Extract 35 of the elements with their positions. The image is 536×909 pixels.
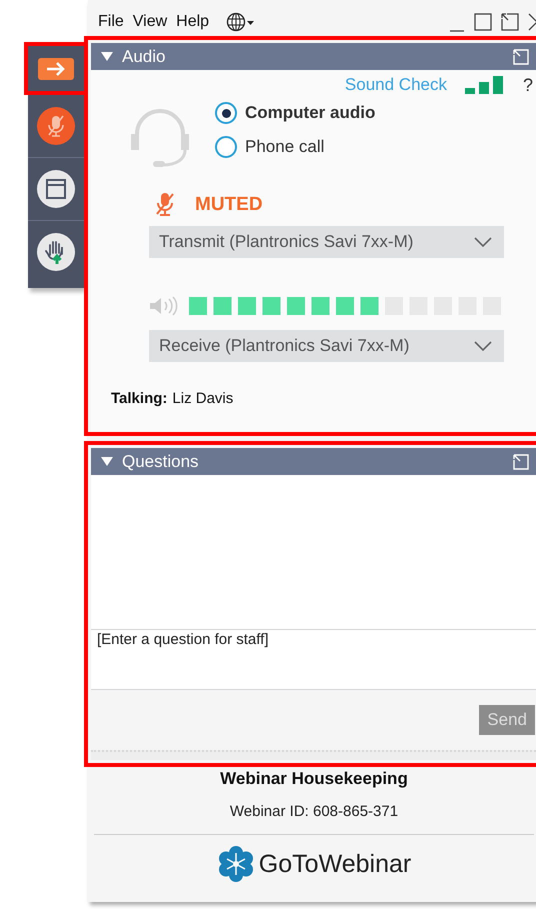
pop-out-icon[interactable]: [501, 12, 519, 32]
muted-mic-icon: [155, 192, 175, 218]
help-link[interactable]: ?: [522, 74, 533, 96]
radio-option[interactable]: Computer audio: [215, 102, 376, 124]
menu-item[interactable]: File: [98, 12, 124, 30]
webinar-title: Webinar Housekeeping: [220, 769, 408, 789]
radio-option[interactable]: Phone call: [215, 136, 376, 158]
webinar-id: Webinar ID: 608-865-371: [230, 803, 398, 820]
talking-label: Talking:: [111, 390, 168, 407]
muted-mic-icon[interactable]: [37, 107, 75, 145]
panel-header[interactable]: Audio: [91, 43, 536, 70]
panel-title: Questions: [122, 452, 199, 472]
mute-status: MUTED: [195, 194, 263, 216]
receive-dropdown[interactable]: Receive (Plantronics Savi 7xx-M): [149, 330, 504, 362]
flower-logo-icon: [216, 845, 255, 883]
collapse-icon[interactable]: [101, 457, 113, 466]
collapse-icon[interactable]: [101, 52, 113, 61]
signal-icon: [464, 76, 505, 94]
window-icon[interactable]: [37, 170, 75, 208]
speaker-icon: [149, 296, 179, 316]
talker-name: Liz Davis: [172, 390, 234, 407]
headset-icon: [129, 108, 191, 170]
menu-item[interactable]: Help: [176, 12, 210, 30]
resize-grip[interactable]: [91, 750, 536, 760]
raise-hand-icon[interactable]: [37, 233, 75, 271]
menu-item[interactable]: View: [132, 12, 168, 30]
maximize-icon[interactable]: [474, 12, 492, 32]
product-logo: GoToWebinar: [258, 850, 412, 878]
chevron-icon: [474, 237, 492, 247]
panel-title: Audio: [122, 46, 166, 66]
chevron-icon: [474, 341, 492, 351]
question-field[interactable]: [Enter a question for staff]: [91, 630, 536, 690]
globe-icon[interactable]: [226, 12, 256, 32]
transmit-dropdown[interactable]: Transmit (Plantronics Savi 7xx-M): [149, 226, 504, 258]
panel-header[interactable]: Questions: [91, 448, 536, 475]
